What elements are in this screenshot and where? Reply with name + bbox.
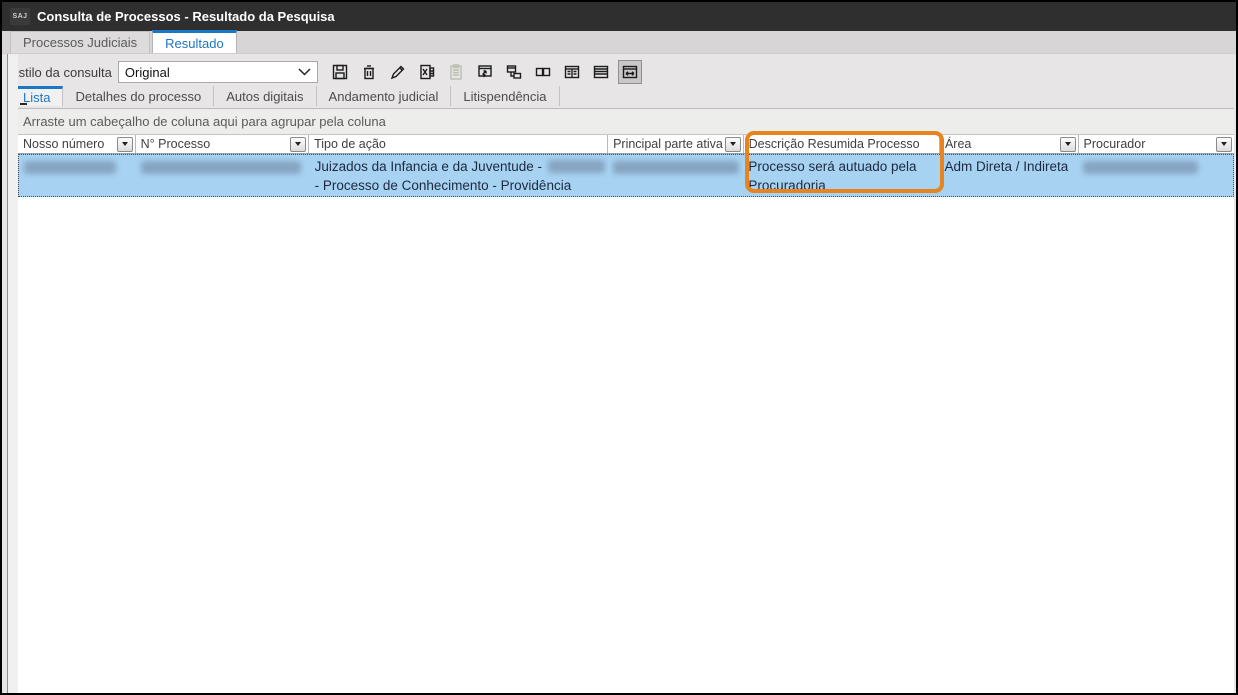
subtab-detalhes-do-processo[interactable]: Detalhes do processo — [63, 86, 215, 106]
tab-resultado[interactable]: Resultado — [152, 30, 237, 53]
save-icon[interactable] — [328, 60, 352, 84]
toolbar-buttons — [328, 60, 642, 84]
redacted-value — [613, 160, 740, 174]
grid-header-row: Nosso número N° Processo Tipo de ação Pr… — [18, 135, 1234, 154]
filter-dropdown-icon[interactable] — [1216, 136, 1232, 152]
filter-dropdown-icon[interactable] — [1059, 136, 1076, 152]
redacted-value — [24, 160, 116, 174]
group-columns-icon[interactable] — [502, 60, 526, 84]
row-view-icon[interactable] — [589, 60, 613, 84]
left-panel-gutter — [7, 54, 18, 693]
paste-icon — [444, 60, 468, 84]
group-by-hint: Arraste um cabeçalho de coluna aqui para… — [23, 114, 386, 129]
column-header-n-processo[interactable]: N° Processo — [136, 135, 310, 153]
window-title: Consulta de Processos - Resultado da Pes… — [37, 9, 335, 24]
filter-dropdown-icon[interactable] — [724, 136, 741, 152]
edit-icon[interactable] — [386, 60, 410, 84]
cell-area: Adm Direta / Indireta — [944, 159, 1069, 174]
column-header-nosso-numero[interactable]: Nosso número — [18, 135, 136, 153]
excel-export-icon[interactable] — [415, 60, 439, 84]
app-window: SAJ Consulta de Processos - Resultado da… — [0, 0, 1238, 695]
redacted-value — [1082, 160, 1198, 174]
result-subtab-strip: Lista Detalhes do processo Autos digitai… — [10, 86, 1236, 106]
cell-procurador — [1078, 155, 1233, 196]
group-by-band[interactable]: Arraste um cabeçalho de coluna aqui para… — [18, 109, 1234, 135]
subtab-lista[interactable]: Lista — [10, 86, 64, 106]
best-fit-icon[interactable] — [617, 60, 642, 84]
chevron-down-icon — [298, 68, 311, 76]
results-grid: Arraste um cabeçalho de coluna aqui para… — [18, 108, 1234, 693]
column-header-principal-parte-ativa[interactable]: Principal parte ativa — [608, 135, 744, 153]
main-tab-strip: Processos Judiciais Resultado — [2, 30, 1236, 54]
saj-logo-icon: SAJ — [10, 8, 30, 25]
column-view-icon[interactable] — [560, 60, 584, 84]
cell-nosso-numero — [19, 155, 136, 196]
table-row[interactable]: Juizados da Infancia e da Juventude - - … — [18, 154, 1234, 197]
redacted-value — [547, 160, 606, 173]
cell-principal-parte-ativa — [608, 155, 743, 196]
query-toolbar: Estilo da consulta Original — [10, 58, 1236, 86]
title-bar: SAJ Consulta de Processos - Resultado da… — [2, 2, 1236, 31]
query-style-label: Estilo da consulta — [10, 64, 112, 80]
subtab-andamento-judicial[interactable]: Andamento judicial — [317, 86, 452, 106]
delete-icon[interactable] — [357, 60, 381, 84]
panel-collapse-dash[interactable] — [20, 103, 27, 105]
column-header-area[interactable]: Área — [940, 135, 1079, 153]
cell-descricao-resumida-processo: Processo será autuado pela Procuradoria — [748, 159, 917, 193]
cell-n-processo — [136, 155, 309, 196]
query-style-select[interactable]: Original — [117, 61, 318, 83]
subtab-autos-digitais[interactable]: Autos digitais — [214, 86, 317, 106]
bands-icon[interactable] — [531, 60, 555, 84]
filter-dropdown-icon[interactable] — [116, 136, 133, 152]
export-window-icon[interactable] — [473, 60, 497, 84]
column-header-procurador[interactable]: Procurador — [1079, 135, 1234, 153]
redacted-value — [141, 160, 302, 174]
tab-processos-judiciais[interactable]: Processos Judiciais — [10, 31, 151, 53]
filter-dropdown-icon[interactable] — [290, 136, 307, 152]
cell-tipo-de-acao: Juizados da Infancia e da Juventude - - … — [310, 155, 609, 196]
query-style-value: Original — [124, 64, 170, 80]
column-header-tipo-de-acao[interactable]: Tipo de ação — [309, 135, 609, 153]
subtab-litispendencia[interactable]: Litispendência — [451, 86, 560, 106]
column-header-descricao-resumida-processo[interactable]: Descrição Resumida Processo — [744, 135, 940, 153]
